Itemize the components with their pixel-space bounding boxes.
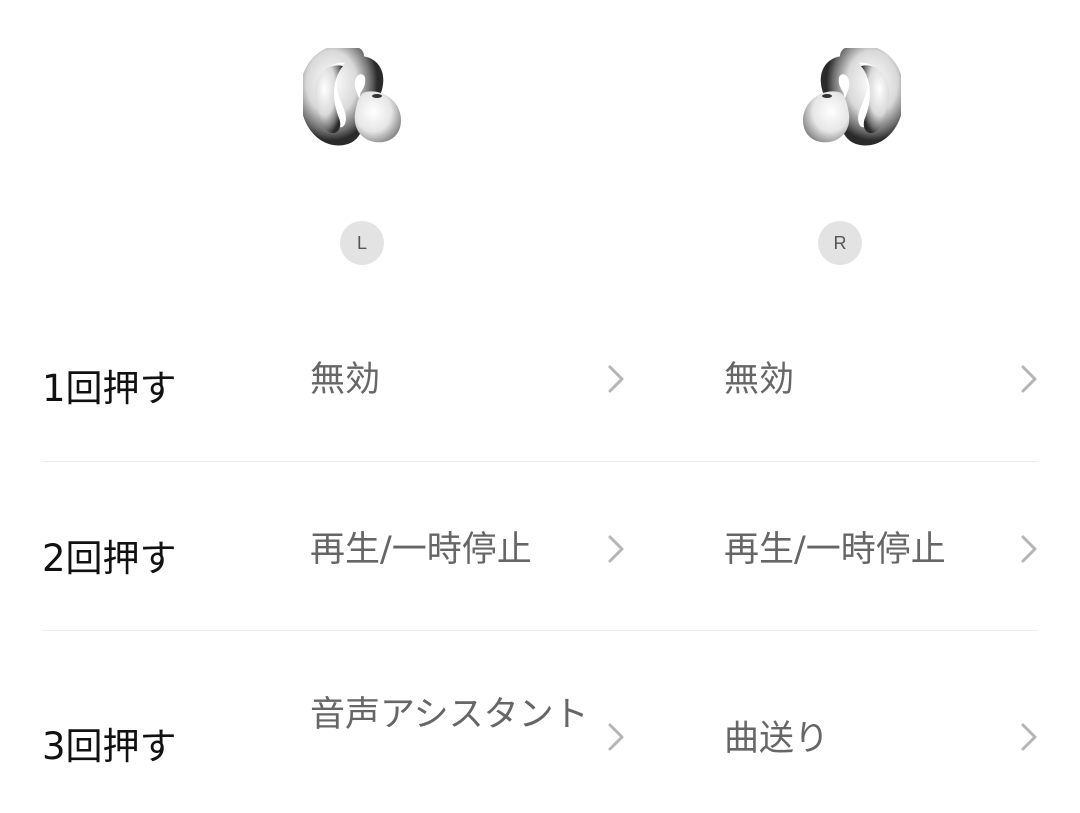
row-label: 3回押す <box>42 725 177 768</box>
right-side-badge: R <box>818 221 862 265</box>
row-label: 2回押す <box>42 537 177 580</box>
gesture-row-double-press: 2回押す 再生/一時停止 再生/一時停止 <box>0 480 1080 630</box>
left-side-badge: L <box>340 221 384 265</box>
right-earbud-image <box>803 48 901 146</box>
left-earbud-image <box>303 48 401 146</box>
chevron-right-icon[interactable] <box>605 534 627 564</box>
row-divider <box>42 461 1038 462</box>
gesture-row-triple-press: 3回押す 音声アシスタント 曲送り <box>0 650 1080 813</box>
right-action-value[interactable]: 曲送り <box>724 716 1004 762</box>
row-divider <box>42 630 1038 631</box>
row-label: 1回押す <box>42 367 177 410</box>
left-action-value[interactable]: 音声アシスタント <box>310 692 592 738</box>
right-action-value[interactable]: 再生/一時停止 <box>724 527 1004 573</box>
chevron-right-icon[interactable] <box>605 722 627 752</box>
gesture-row-single-press: 1回押す 無効 無効 <box>0 310 1080 460</box>
chevron-right-icon[interactable] <box>1018 722 1040 752</box>
chevron-right-icon[interactable] <box>605 364 627 394</box>
right-action-value[interactable]: 無効 <box>724 357 1004 403</box>
chevron-right-icon[interactable] <box>1018 364 1040 394</box>
left-action-value[interactable]: 無効 <box>310 357 590 403</box>
chevron-right-icon[interactable] <box>1018 534 1040 564</box>
left-action-value[interactable]: 再生/一時停止 <box>310 527 590 573</box>
